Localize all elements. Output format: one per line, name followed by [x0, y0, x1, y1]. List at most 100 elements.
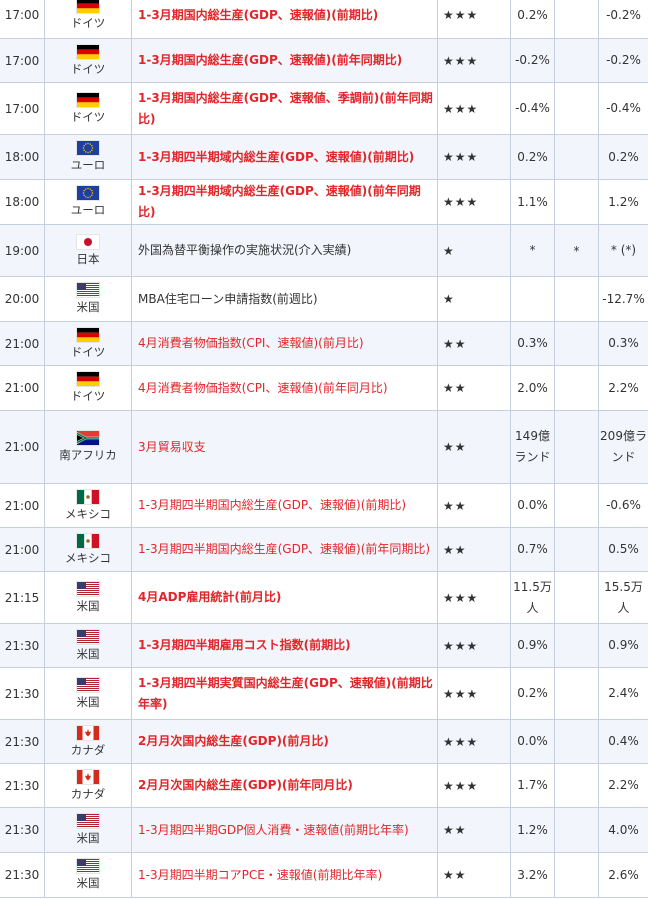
country-cell: ドイツ — [45, 83, 132, 134]
indicator-name[interactable]: 1-3月期四半期雇用コスト指数(前期比) — [138, 635, 351, 656]
country-name: 日本 — [76, 251, 100, 266]
indicator-cell: 1-3月期四半期実質国内総生産(GDP、速報値)(前期比年率) — [132, 668, 438, 719]
country-cell: 米国 — [45, 853, 132, 897]
country-cell: ドイツ — [45, 366, 132, 410]
indicator-name[interactable]: 1-3月期国内総生産(GDP、速報値)(前期比) — [138, 5, 378, 26]
forecast-value: * — [555, 225, 599, 276]
previous-value: -0.2% — [511, 39, 555, 82]
country-cell: ドイツ — [45, 39, 132, 82]
indicator-cell: 外国為替平衡操作の実施状況(介入実績) — [132, 225, 438, 276]
result-value: 2.2% — [608, 778, 639, 792]
forecast-value — [555, 764, 599, 807]
indicator-cell: 4月消費者物価指数(CPI、速報値)(前月比) — [132, 322, 438, 365]
result-value: 0.2% — [608, 149, 639, 164]
country-cell: 米国 — [45, 808, 132, 852]
country-cell: ドイツ — [45, 0, 132, 38]
indicator-cell: 1-3月期四半期コアPCE・速報値(前期比年率) — [132, 853, 438, 897]
table-row: 19:00 日本 外国為替平衡操作の実施状況(介入実績) ★ * * * (*) — [0, 225, 648, 277]
time-cell: 17:00 — [0, 39, 45, 82]
table-row: 21:00 ドイツ 4月消費者物価指数(CPI、速報値)(前年同月比) ★★ 2.0% 2… — [0, 366, 648, 411]
canada-flag-icon — [77, 769, 99, 784]
indicator-cell: 1-3月期四半期GDP個人消費・速報値(前期比年率) — [132, 808, 438, 852]
forecast-value — [555, 528, 599, 571]
time-cell: 21:00 — [0, 411, 45, 483]
forecast-value — [555, 411, 599, 483]
indicator-name[interactable]: 1-3月期国内総生産(GDP、速報値、季調前)(前年同期比) — [138, 88, 433, 130]
previous-value: -0.4% — [511, 83, 555, 134]
forecast-value — [555, 180, 599, 224]
country-cell: ユーロ — [45, 135, 132, 179]
indicator-cell: MBA住宅ローン申請指数(前週比) — [132, 277, 438, 321]
importance-stars: ★★ — [438, 484, 511, 527]
country-name: ユーロ — [70, 203, 106, 217]
previous-value: 2.0% — [511, 366, 555, 410]
time-cell: 21:30 — [0, 808, 45, 852]
indicator-name[interactable]: 外国為替平衡操作の実施状況(介入実績) — [138, 240, 351, 261]
indicator-name[interactable]: 1-3月期国内総生産(GDP、速報値)(前年同期比) — [138, 50, 402, 71]
forecast-value — [555, 720, 599, 763]
indicator-cell: 1-3月期四半期域内総生産(GDP、速報値)(前年同期比) — [132, 180, 438, 224]
result-value: 209億ランド — [600, 429, 647, 464]
forecast-value — [555, 83, 599, 134]
result-value: 0.5% — [608, 542, 639, 556]
country-name: メキシコ — [65, 550, 111, 565]
germany-flag-icon — [77, 0, 99, 13]
time-cell: 20:00 — [0, 277, 45, 321]
country-cell: 南アフリカ — [45, 411, 132, 483]
time-cell: 17:00 — [0, 83, 45, 134]
time-cell: 21:30 — [0, 720, 45, 763]
country-name: 南アフリカ — [59, 448, 117, 462]
germany-flag-icon — [77, 92, 99, 107]
indicator-name[interactable]: 1-3月期四半期GDP個人消費・速報値(前期比年率) — [138, 820, 409, 841]
country-cell: 米国 — [45, 668, 132, 719]
indicator-cell: 2月月次国内総生産(GDP)(前月比) — [132, 720, 438, 763]
forecast-value — [555, 39, 599, 82]
forecast-value — [555, 668, 599, 719]
mexico-flag-icon — [77, 533, 99, 548]
country-name: カナダ — [70, 742, 106, 757]
previous-value: 1.2% — [511, 808, 555, 852]
usa-flag-icon — [77, 581, 99, 596]
result-value: 2.6% — [608, 867, 639, 882]
importance-stars: ★ — [438, 225, 511, 276]
table-row: 17:00 ドイツ 1-3月期国内総生産(GDP、速報値)(前期比) ★★★ 0.2% -… — [0, 0, 648, 39]
indicator-name[interactable]: 4月消費者物価指数(CPI、速報値)(前年同月比) — [138, 378, 388, 399]
previous-value: 0.3% — [511, 322, 555, 365]
indicator-name[interactable]: 1-3月期四半期域内総生産(GDP、速報値)(前年同期比) — [138, 181, 433, 223]
result-value: 2.2% — [608, 380, 639, 395]
time-cell: 18:00 — [0, 180, 45, 224]
table-row: 18:00 ユーロ 1-3月期四半期域内総生産(GDP、速報値)(前期比) ★★★ 0.… — [0, 135, 648, 180]
forecast-value — [555, 853, 599, 897]
result-value: 2.4% — [608, 686, 639, 700]
usa-flag-icon — [77, 677, 99, 692]
time-cell: 21:00 — [0, 366, 45, 410]
time-cell: 18:00 — [0, 135, 45, 179]
table-row: 21:30 米国 1-3月期四半期コアPCE・速報値(前期比年率) ★★ 3.2% 2.6… — [0, 853, 648, 898]
time-cell: 19:00 — [0, 225, 45, 276]
indicator-name[interactable]: 2月月次国内総生産(GDP)(前年同月比) — [138, 775, 353, 796]
country-name: 米国 — [76, 831, 100, 845]
indicator-name[interactable]: 1-3月期四半期コアPCE・速報値(前期比年率) — [138, 865, 382, 886]
indicator-name[interactable]: 3月貿易収支 — [138, 437, 206, 458]
indicator-name[interactable]: 1-3月期四半期実質国内総生産(GDP、速報値)(前期比年率) — [138, 673, 433, 715]
time-cell: 21:15 — [0, 572, 45, 623]
forecast-value — [555, 484, 599, 527]
importance-stars: ★★★ — [438, 135, 511, 179]
time-cell: 21:30 — [0, 668, 45, 719]
table-row: 21:30 米国 1-3月期四半期GDP個人消費・速報値(前期比年率) ★★ 1.2% 4… — [0, 808, 648, 853]
time-cell: 17:00 — [0, 0, 45, 38]
indicator-name[interactable]: 2月月次国内総生産(GDP)(前月比) — [138, 731, 329, 752]
result-value: 15.5万人 — [604, 579, 643, 615]
indicator-cell: 4月消費者物価指数(CPI、速報値)(前年同月比) — [132, 366, 438, 410]
indicator-name[interactable]: 1-3月期四半期域内総生産(GDP、速報値)(前期比) — [138, 147, 414, 168]
table-row: 21:00 ドイツ 4月消費者物価指数(CPI、速報値)(前月比) ★★ 0.3% 0.3… — [0, 322, 648, 366]
indicator-name[interactable]: 4月ADP雇用統計(前月比) — [138, 587, 281, 608]
indicator-name[interactable]: MBA住宅ローン申請指数(前週比) — [138, 289, 318, 310]
indicator-name[interactable]: 4月消費者物価指数(CPI、速報値)(前月比) — [138, 333, 364, 354]
importance-stars: ★★★ — [438, 668, 511, 719]
country-cell: 米国 — [45, 624, 132, 667]
forecast-value — [555, 322, 599, 365]
indicator-name[interactable]: 1-3月期四半期国内総生産(GDP、速報値)(前年同期比) — [138, 539, 430, 560]
previous-value: 0.2% — [511, 135, 555, 179]
indicator-name[interactable]: 1-3月期四半期国内総生産(GDP、速報値)(前期比) — [138, 495, 406, 516]
